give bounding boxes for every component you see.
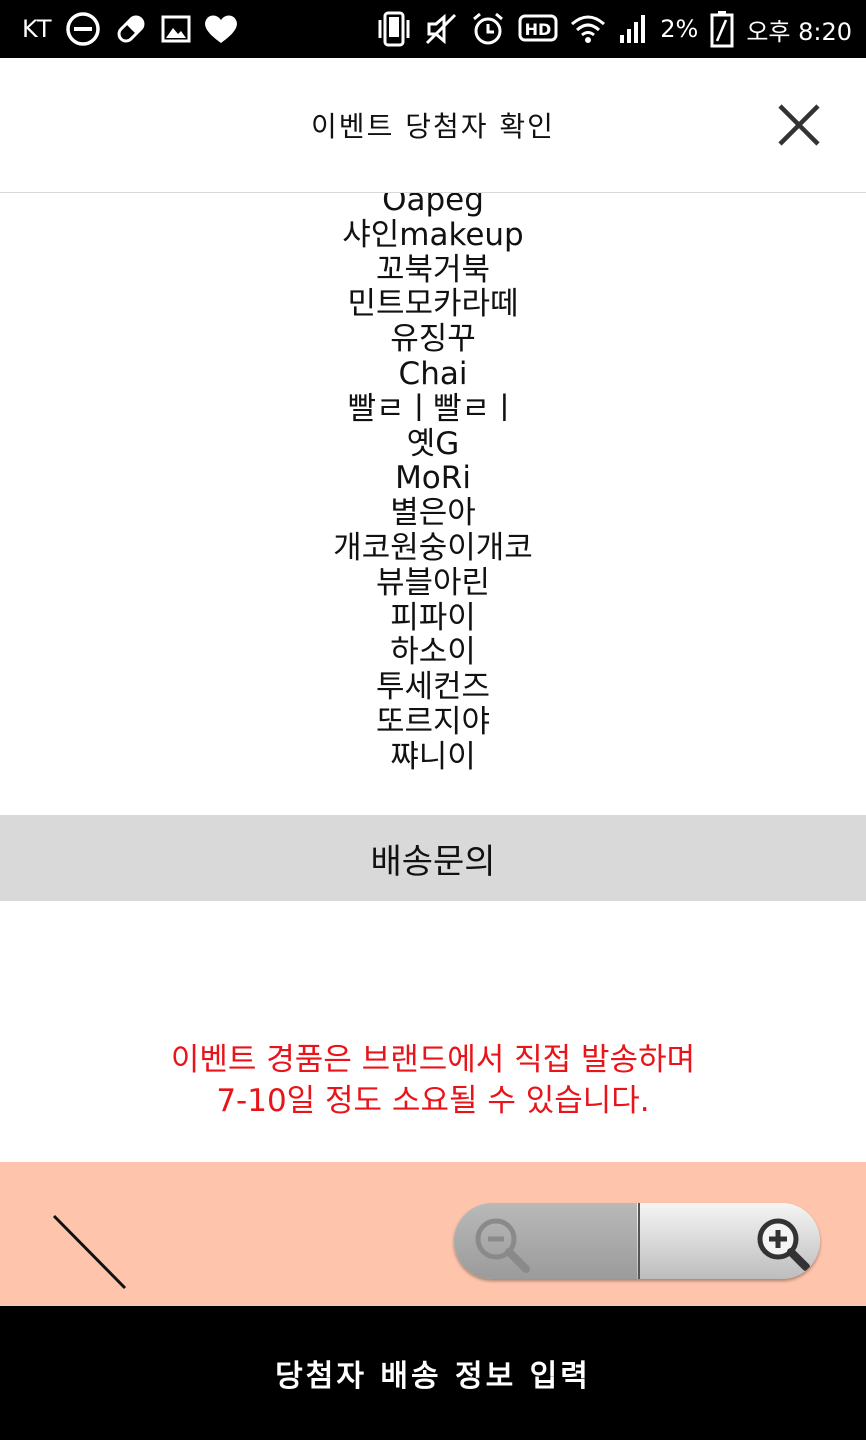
winner-item: 민트모카라떼 — [347, 286, 519, 323]
status-bar: KT HD 2% 오후 8:20 — [0, 0, 866, 58]
alarm-icon — [470, 11, 506, 47]
heart-icon — [203, 13, 239, 45]
winner-item: 옛G — [406, 425, 460, 462]
winner-item: 빨ㄹㅣ빨ㄹㅣ — [347, 390, 519, 427]
wifi-icon — [570, 14, 606, 44]
winner-item: MoRi — [395, 460, 471, 497]
zoom-out-icon[interactable] — [454, 1203, 637, 1279]
winners-list-inner: Oapeg 샤인makeup 꼬북거북 민트모카라떼 유징꾸 Chai 빨ㄹㅣ빨ㄹㅣ 옛G Mo… — [0, 193, 866, 775]
signal-icon — [618, 13, 648, 45]
delivery-inquiry-label: 배송문의 — [370, 841, 496, 882]
mute-icon — [424, 12, 458, 46]
zoom-control — [454, 1203, 820, 1279]
battery-icon — [710, 10, 734, 48]
phone-vibrate-icon — [376, 10, 412, 48]
winner-item: 또르지야 — [375, 703, 491, 740]
enter-delivery-info-button[interactable]: 당첨자 배송 정보 입력 — [0, 1306, 866, 1440]
clock: 오후 8:20 — [746, 17, 852, 46]
diagonal-line-icon — [52, 1214, 127, 1290]
zoom-in-icon[interactable] — [640, 1203, 820, 1279]
notice-line-1: 이벤트 경품은 브랜드에서 직접 발송하며 — [170, 1042, 696, 1078]
winner-item: Oapeg — [382, 193, 484, 218]
winner-item: 개코원숭이개코 — [333, 529, 533, 566]
page-title: 이벤트 당첨자 확인 — [311, 110, 555, 143]
winner-item: 쨔니이 — [390, 738, 476, 775]
delivery-inquiry-bar[interactable]: 배송문의 — [0, 815, 866, 901]
winner-item: Chai — [398, 355, 468, 392]
carrier-label: KT — [22, 15, 53, 43]
zoom-out-button[interactable] — [454, 1203, 637, 1279]
winner-item: 별은아 — [390, 495, 476, 532]
battery-percent: 2% — [660, 15, 699, 43]
enter-delivery-info-label: 당첨자 배송 정보 입력 — [275, 1359, 591, 1394]
winner-item: 피파이 — [390, 599, 476, 636]
winner-item: 유징꾸 — [390, 321, 476, 358]
close-button[interactable] — [776, 102, 822, 148]
minus-circle-icon — [65, 11, 101, 47]
header: 이벤트 당첨자 확인 — [0, 58, 866, 193]
winners-list[interactable]: Oapeg 샤인makeup 꼬북거북 민트모카라떼 유징꾸 Chai 빨ㄹㅣ빨ㄹㅣ 옛G Mo… — [0, 193, 866, 815]
footer-area — [0, 1162, 866, 1306]
winner-item: 투세컨즈 — [375, 669, 491, 706]
svg-text:HD: HD — [525, 20, 552, 39]
winner-item: 꼬북거북 — [375, 251, 491, 288]
zoom-in-button[interactable] — [638, 1203, 820, 1279]
pill-icon — [113, 11, 149, 47]
status-right: HD 2% 오후 8:20 — [376, 0, 852, 58]
hd-icon: HD — [518, 13, 558, 45]
image-icon — [161, 14, 191, 44]
status-left: KT — [22, 0, 239, 58]
winner-item: 뷰블아린 — [375, 564, 491, 601]
winner-item: 하소이 — [390, 634, 476, 671]
notice-line-2: 7-10일 정도 소요될 수 있습니다. — [216, 1083, 650, 1119]
close-icon[interactable] — [776, 102, 822, 148]
winner-item: 샤인makeup — [342, 216, 524, 253]
